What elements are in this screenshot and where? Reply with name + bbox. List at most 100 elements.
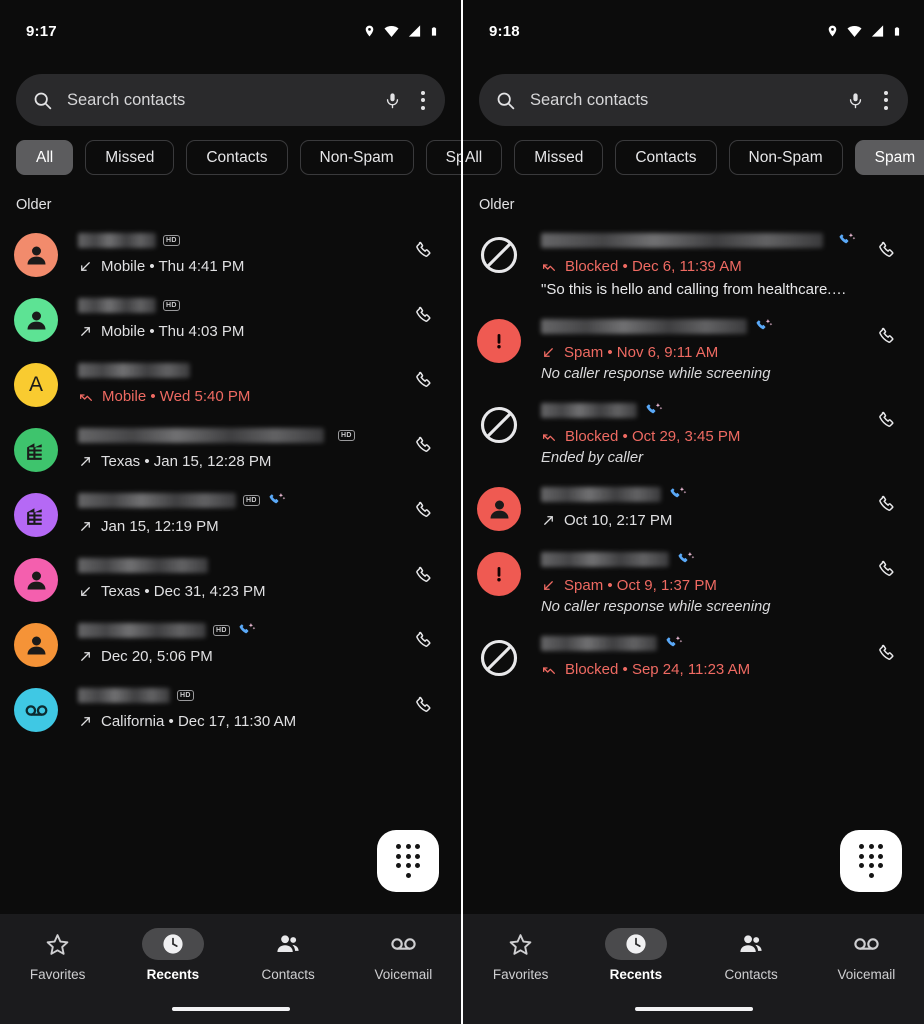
- call-back-button[interactable]: [864, 549, 908, 580]
- call-back-button[interactable]: [401, 620, 445, 651]
- call-log-row[interactable]: HD Mobile • Thu 4:41 PM: [0, 221, 461, 286]
- hd-voice-badge: HD: [177, 690, 194, 701]
- search-input[interactable]: Search contacts: [67, 91, 370, 110]
- avatar[interactable]: [477, 636, 521, 680]
- search-input[interactable]: Search contacts: [530, 91, 833, 110]
- filter-chip-contacts[interactable]: Contacts: [186, 140, 288, 175]
- call-back-button[interactable]: [401, 555, 445, 586]
- call-log-list: Blocked • Dec 6, 11:39 AM "So this is hel…: [463, 217, 924, 689]
- call-detail-line: California • Dec 17, 11:30 AM: [78, 713, 393, 730]
- microphone-icon[interactable]: [847, 90, 864, 111]
- call-back-button[interactable]: [864, 484, 908, 515]
- phone-screen-recents-spam: 9:18 Search contacts All Missed Contacts Non-…: [463, 0, 924, 1024]
- call-row-body: Blocked • Oct 29, 3:45 PM Ended by caller: [521, 400, 864, 466]
- avatar[interactable]: [14, 493, 58, 537]
- hd-voice-badge: HD: [163, 300, 180, 311]
- call-detail-line: Spam • Nov 6, 9:11 AM: [541, 344, 856, 361]
- filter-chip-spam[interactable]: Spam: [854, 140, 924, 175]
- search-bar[interactable]: Search contacts: [16, 74, 445, 126]
- blocked-icon: [480, 406, 518, 444]
- missed-call-icon: [541, 429, 557, 445]
- more-vert-icon[interactable]: [415, 90, 431, 110]
- call-log-row[interactable]: Texas • Dec 31, 4:23 PM: [0, 546, 461, 611]
- avatar[interactable]: [477, 233, 521, 277]
- caller-name-line: HD: [78, 685, 393, 706]
- call-detail-line: Mobile • Thu 4:03 PM: [78, 323, 393, 340]
- call-log-row[interactable]: Spam • Nov 6, 9:11 AM No caller response …: [463, 307, 924, 391]
- call-screened-icon: [644, 401, 663, 420]
- filter-chip-row[interactable]: All Missed Contacts Non-Spam Spam: [0, 126, 461, 175]
- call-log-row[interactable]: HD Dec 20, 5:06 PM: [0, 611, 461, 676]
- call-log-row[interactable]: HD Jan 15, 12:19 PM: [0, 481, 461, 546]
- people-icon: [720, 928, 782, 960]
- avatar[interactable]: A: [14, 363, 58, 407]
- nav-item-voicemail[interactable]: Voicemail: [809, 928, 924, 982]
- nav-item-favorites[interactable]: Favorites: [0, 928, 115, 982]
- avatar[interactable]: [477, 552, 521, 596]
- filter-chip-missed[interactable]: Missed: [85, 140, 175, 175]
- redacted-caller-name: [78, 558, 208, 573]
- call-log-row[interactable]: HD Mobile • Thu 4:03 PM: [0, 286, 461, 351]
- call-back-button[interactable]: [401, 425, 445, 456]
- call-back-button[interactable]: [864, 230, 908, 261]
- outgoing-call-icon: [78, 649, 93, 664]
- nav-item-voicemail[interactable]: Voicemail: [346, 928, 461, 982]
- filter-chip-non-spam[interactable]: Non-Spam: [728, 140, 843, 175]
- call-back-button[interactable]: [401, 230, 445, 261]
- call-log-row[interactable]: Blocked • Oct 29, 3:45 PM Ended by caller: [463, 391, 924, 475]
- filter-chip-spam[interactable]: Spam: [425, 140, 461, 175]
- caller-name-line: HD: [78, 620, 393, 641]
- avatar[interactable]: [14, 233, 58, 277]
- redacted-caller-name: [541, 319, 747, 334]
- filter-chip-all[interactable]: All: [463, 140, 503, 175]
- avatar[interactable]: [477, 403, 521, 447]
- filter-chip-row[interactable]: All Missed Contacts Non-Spam Spam: [463, 126, 924, 175]
- caller-name-line: [541, 484, 856, 505]
- call-log-row[interactable]: HD California • Dec 17, 11:30 AM: [0, 676, 461, 741]
- call-log-row[interactable]: Blocked • Dec 6, 11:39 AM "So this is hel…: [463, 221, 924, 307]
- call-row-body: Blocked • Sep 24, 11:23 AM: [521, 633, 864, 678]
- dialpad-fab[interactable]: [840, 830, 902, 892]
- nav-item-favorites[interactable]: Favorites: [463, 928, 578, 982]
- call-row-body: HD California • Dec 17, 11:30 AM: [58, 685, 401, 730]
- filter-chip-all[interactable]: All: [16, 140, 74, 175]
- caller-name-line: [541, 633, 856, 654]
- filter-chip-non-spam[interactable]: Non-Spam: [299, 140, 414, 175]
- microphone-icon[interactable]: [384, 90, 401, 111]
- avatar[interactable]: [477, 487, 521, 531]
- avatar[interactable]: [14, 298, 58, 342]
- nav-item-recents[interactable]: Recents: [115, 928, 230, 982]
- call-log-row[interactable]: HD Texas • Jan 15, 12:28 PM: [0, 416, 461, 481]
- filter-chip-missed[interactable]: Missed: [514, 140, 604, 175]
- call-back-button[interactable]: [401, 685, 445, 716]
- signal-icon: [407, 23, 422, 39]
- screening-note: No caller response while screening: [541, 599, 771, 615]
- avatar[interactable]: [14, 428, 58, 472]
- avatar[interactable]: [14, 558, 58, 602]
- avatar[interactable]: [14, 623, 58, 667]
- caller-name-line: HD: [78, 425, 393, 446]
- call-log-row[interactable]: Blocked • Sep 24, 11:23 AM: [463, 624, 924, 689]
- avatar[interactable]: [14, 688, 58, 732]
- call-back-button[interactable]: [864, 400, 908, 431]
- clock-icon: [141, 928, 204, 960]
- nav-item-contacts[interactable]: Contacts: [694, 928, 809, 982]
- call-back-button[interactable]: [401, 490, 445, 521]
- search-bar[interactable]: Search contacts: [479, 74, 908, 126]
- call-row-body: Blocked • Dec 6, 11:39 AM "So this is hel…: [521, 230, 864, 298]
- call-back-button[interactable]: [401, 295, 445, 326]
- call-back-button[interactable]: [864, 316, 908, 347]
- call-log-row[interactable]: Oct 10, 2:17 PM: [463, 475, 924, 540]
- filter-chip-contacts[interactable]: Contacts: [615, 140, 717, 175]
- dialpad-fab[interactable]: [377, 830, 439, 892]
- call-screened-icon: [676, 550, 695, 569]
- nav-item-contacts[interactable]: Contacts: [231, 928, 346, 982]
- call-screened-icon: [237, 621, 256, 640]
- avatar[interactable]: [477, 319, 521, 363]
- call-log-row[interactable]: A Mobile • Wed 5:40 PM: [0, 351, 461, 416]
- call-back-button[interactable]: [864, 633, 908, 664]
- more-vert-icon[interactable]: [878, 90, 894, 110]
- call-log-row[interactable]: Spam • Oct 9, 1:37 PM No caller response …: [463, 540, 924, 624]
- call-back-button[interactable]: [401, 360, 445, 391]
- nav-item-recents[interactable]: Recents: [578, 928, 693, 982]
